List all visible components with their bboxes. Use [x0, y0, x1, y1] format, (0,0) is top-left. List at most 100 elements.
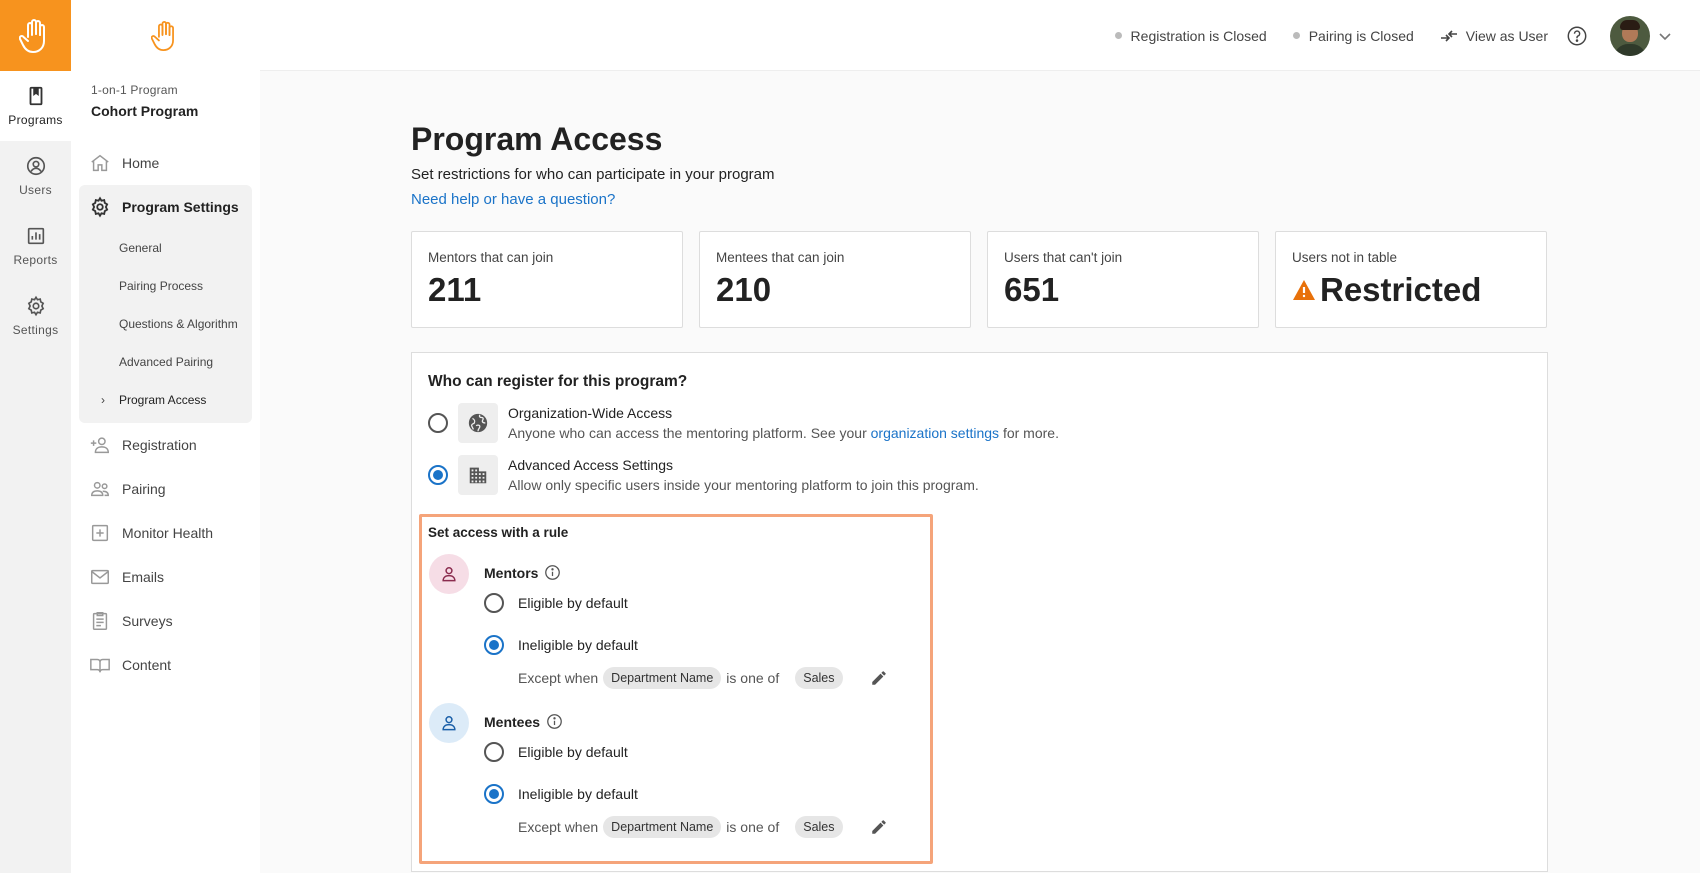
sidebar-logo [71, 0, 260, 71]
advanced-access-radio[interactable] [428, 465, 448, 485]
sidebar-item-emails[interactable]: Emails [71, 555, 260, 599]
stat-value: 651 [1004, 271, 1060, 308]
sidebar-item-home[interactable]: Home [71, 141, 260, 185]
user-avatar[interactable] [1610, 15, 1650, 56]
sidebar-item-content[interactable]: Content [71, 643, 260, 687]
mentors-exception-rule: Except when Department Name is one of Sa… [518, 667, 924, 689]
pencil-icon [871, 820, 886, 834]
sidebar-subitem-advanced-pairing[interactable]: Advanced Pairing [79, 343, 252, 381]
sidebar-subitem-questions-algorithm[interactable]: Questions & Algorithm [79, 305, 252, 343]
mentees-ineligible-label: Ineligible by default [518, 786, 638, 802]
gear-icon [27, 295, 44, 317]
edit-mentors-rule-button[interactable] [870, 669, 888, 687]
org-wide-desc-suffix: for more. [1002, 425, 1059, 441]
sidebar-item-label: Program Settings [122, 199, 239, 215]
stat-card-cant-join: Users that can't join 651 [987, 231, 1259, 328]
view-as-user-button[interactable]: View as User [1440, 28, 1548, 44]
mail-icon [91, 569, 109, 585]
value-chip: Sales [795, 816, 843, 838]
org-wide-radio[interactable] [428, 413, 448, 433]
value-chip: Sales [795, 667, 843, 689]
pencil-icon [871, 671, 886, 685]
book-icon [29, 86, 42, 106]
organization-settings-link[interactable]: organization settings [871, 425, 999, 441]
stat-value: 211 [428, 271, 482, 308]
waving-hand-icon [150, 20, 174, 51]
option-organization-wide[interactable]: Organization-Wide Access Anyone who can … [428, 403, 1531, 443]
mentors-ineligible-option[interactable]: Ineligible by default [484, 635, 924, 655]
chevron-down-icon [1659, 32, 1671, 40]
sidebar-item-program-settings[interactable]: Program Settings [79, 185, 252, 229]
sidebar-item-surveys[interactable]: Surveys [71, 599, 260, 643]
sidebar-subitem-general[interactable]: General [79, 229, 252, 267]
program-settings-group: Program Settings General Pairing Process… [79, 185, 252, 423]
mentees-eligible-label: Eligible by default [518, 744, 628, 760]
info-icon[interactable] [546, 713, 563, 730]
sidebar-item-registration[interactable]: Registration [71, 423, 260, 467]
clipboard-list-icon [92, 612, 108, 630]
sidebar-nav: Home Program Settings General Pairing Pr… [71, 141, 260, 687]
sidebar-item-monitor-health[interactable]: Monitor Health [71, 511, 260, 555]
access-panel: Who can register for this program? Organ… [411, 352, 1548, 872]
account-menu-toggle[interactable] [1658, 31, 1672, 41]
building-icon [458, 455, 498, 495]
except-when-label: Except when [518, 670, 599, 686]
mentors-ineligible-radio[interactable] [484, 635, 504, 655]
operator-label: is one of [726, 670, 780, 686]
edit-mentees-rule-button[interactable] [870, 818, 888, 836]
mentees-eligible-option[interactable]: Eligible by default [484, 742, 924, 762]
status-dot [1114, 32, 1122, 39]
org-wide-desc: Anyone who can access the mentoring plat… [508, 425, 1059, 441]
chevron-right-icon: › [101, 393, 105, 407]
mentors-eligible-radio[interactable] [484, 593, 504, 613]
rail-item-users[interactable]: Users [0, 141, 71, 211]
rail-item-programs[interactable]: Programs [0, 71, 71, 141]
status-dot [1292, 32, 1300, 39]
sidebar-item-pairing[interactable]: Pairing [71, 467, 260, 511]
advanced-access-text: Advanced Access Settings Allow only spec… [508, 457, 979, 493]
sidebar-item-label: Monitor Health [122, 525, 214, 541]
org-wide-title: Organization-Wide Access [508, 405, 673, 421]
people-icon [91, 481, 109, 497]
medical-plus-icon [91, 524, 109, 542]
stat-label: Users that can't join [1004, 250, 1123, 265]
registration-status-label: Registration is Closed [1130, 27, 1267, 44]
except-when-label: Except when [518, 819, 599, 835]
rail-item-settings[interactable]: Settings [0, 281, 71, 351]
sidebar-subitem-pairing-process[interactable]: Pairing Process [79, 267, 252, 305]
mentee-person-icon [429, 703, 469, 743]
field-chip: Department Name [603, 667, 722, 689]
info-icon[interactable] [544, 564, 561, 581]
stat-value: 210 [716, 271, 772, 308]
warning-icon [1293, 280, 1315, 300]
open-book-icon [90, 658, 110, 673]
header-actions: Registration is Closed Pairing is Closed… [1114, 0, 1700, 71]
stat-label: Mentees that can join [716, 250, 845, 265]
option-advanced-access[interactable]: Advanced Access Settings Allow only spec… [428, 455, 1531, 495]
mentees-ineligible-option[interactable]: Ineligible by default [484, 784, 924, 804]
help-button[interactable] [1566, 25, 1588, 47]
mentors-eligible-option[interactable]: Eligible by default [484, 593, 924, 613]
org-wide-desc-text: Anyone who can access the mentoring plat… [508, 425, 867, 441]
rail-item-label: Programs [8, 113, 63, 127]
pairing-status[interactable]: Pairing is Closed [1292, 28, 1414, 44]
waving-hand-icon [18, 18, 45, 53]
sidebar-subitem-program-access[interactable]: › Program Access [79, 381, 252, 419]
mentors-heading: Mentors [484, 564, 924, 581]
mentees-exception-rule: Except when Department Name is one of Sa… [518, 816, 924, 838]
registration-status[interactable]: Registration is Closed [1114, 27, 1267, 44]
mentees-ineligible-radio[interactable] [484, 784, 504, 804]
sidebar-item-label: Surveys [122, 613, 173, 629]
home-icon [91, 154, 109, 172]
sidebar-item-label: Content [122, 657, 172, 673]
panel-title: Who can register for this program? [428, 373, 688, 390]
rail-item-label: Settings [12, 323, 59, 337]
mentor-person-icon [429, 554, 469, 594]
mentors-eligible-label: Eligible by default [518, 595, 628, 611]
program-switcher[interactable]: 1-on-1 Program Cohort Program [71, 71, 260, 119]
mentees-heading: Mentees [484, 713, 924, 730]
help-link[interactable]: Need help or have a question? [411, 191, 615, 208]
rail-item-reports[interactable]: Reports [0, 211, 71, 281]
mentees-eligible-radio[interactable] [484, 742, 504, 762]
app-logo[interactable] [0, 0, 71, 71]
